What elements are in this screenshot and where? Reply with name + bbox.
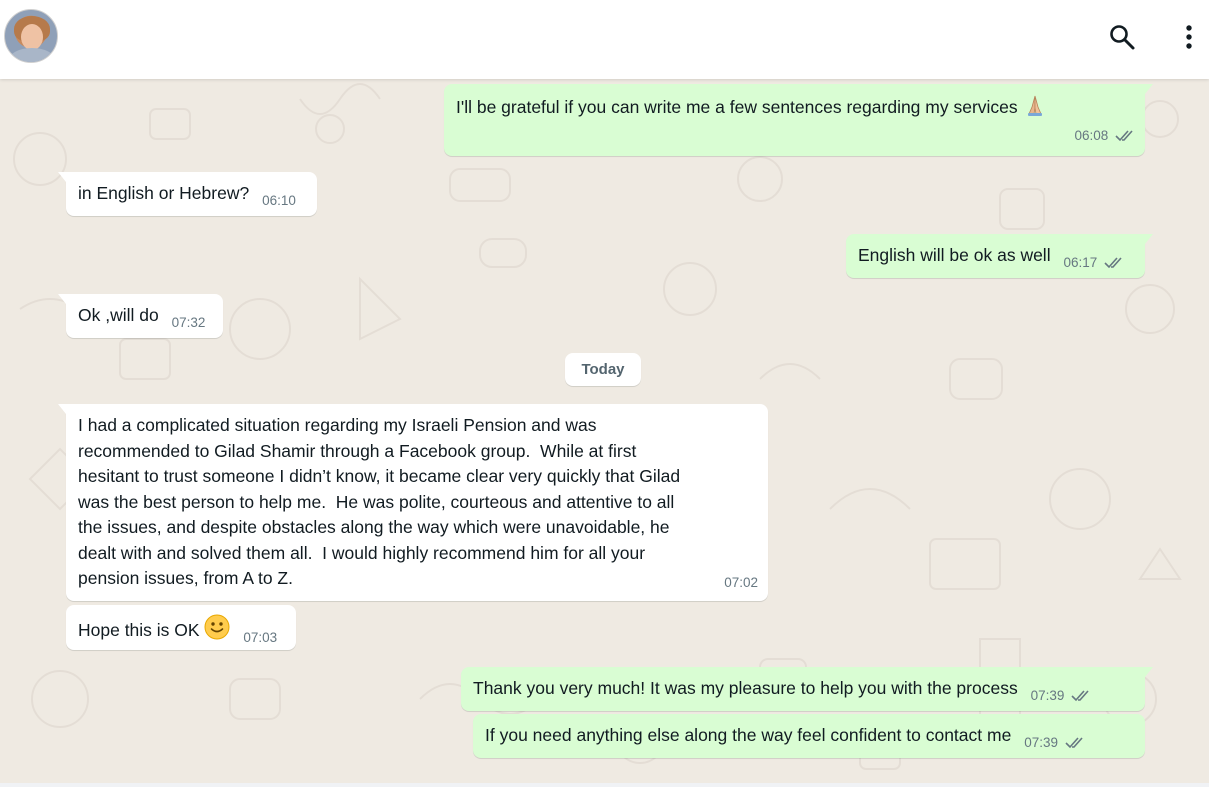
message-meta: 06:17 — [1063, 250, 1124, 278]
message-meta: 07:39 — [1024, 730, 1085, 758]
message-text: I'll be grateful if you can write me a f… — [456, 97, 1018, 117]
message-text: Thank you very much! It was my pleasure … — [473, 678, 1018, 698]
composer-edge — [0, 783, 1209, 787]
contact-avatar[interactable] — [4, 9, 58, 63]
incoming-message[interactable]: I had a complicated situation regarding … — [58, 404, 768, 601]
outgoing-message[interactable]: If you need anything else along the way … — [473, 714, 1145, 758]
avatar-face — [21, 24, 43, 50]
message-text: Ok ,will do — [78, 305, 159, 325]
outgoing-message[interactable]: Thank you very much! It was my pleasure … — [461, 667, 1153, 711]
read-ticks-icon — [1115, 125, 1135, 151]
message-time: 07:39 — [1030, 688, 1065, 703]
outgoing-message[interactable]: I'll be grateful if you can write me a f… — [444, 84, 1153, 156]
message-time: 07:32 — [171, 315, 206, 330]
date-divider: Today — [565, 353, 641, 386]
message-time: 06:10 — [262, 193, 296, 208]
message-text: Hope this is OK — [78, 620, 200, 640]
incoming-message[interactable]: in English or Hebrew? 06:10 — [58, 172, 317, 216]
message-text: in English or Hebrew? — [78, 183, 250, 203]
message-text: If you need anything else along the way … — [485, 725, 1012, 745]
message-time: 06:08 — [1074, 127, 1109, 143]
read-ticks-icon — [1104, 252, 1124, 278]
folded-hands-emoji — [1023, 93, 1047, 125]
message-time: 07:39 — [1024, 735, 1058, 750]
message-list[interactable]: I'll be grateful if you can write me a f… — [0, 79, 1209, 787]
message-meta: 06:08 — [1074, 123, 1135, 151]
chat-header — [0, 0, 1209, 79]
outgoing-message[interactable]: English will be ok as well 06:17 — [846, 234, 1153, 278]
search-icon[interactable] — [1107, 22, 1137, 52]
message-text: I had a complicated situation regarding … — [78, 415, 681, 588]
message-time: 06:17 — [1063, 255, 1098, 270]
incoming-message[interactable]: Ok ,will do 07:32 — [58, 294, 223, 338]
read-ticks-icon — [1065, 732, 1085, 758]
slightly-smiling-face-emoji — [204, 614, 230, 648]
message-text: English will be ok as well — [858, 245, 1051, 265]
read-ticks-icon — [1071, 685, 1091, 711]
incoming-message[interactable]: Hope this is OK 07:03 — [66, 605, 296, 650]
message-time: 07:02 — [724, 574, 758, 590]
kebab-menu-icon[interactable] — [1174, 22, 1204, 52]
message-meta: 07:39 — [1031, 683, 1092, 711]
message-time: 07:03 — [243, 630, 278, 645]
avatar-shoulders — [9, 48, 55, 62]
